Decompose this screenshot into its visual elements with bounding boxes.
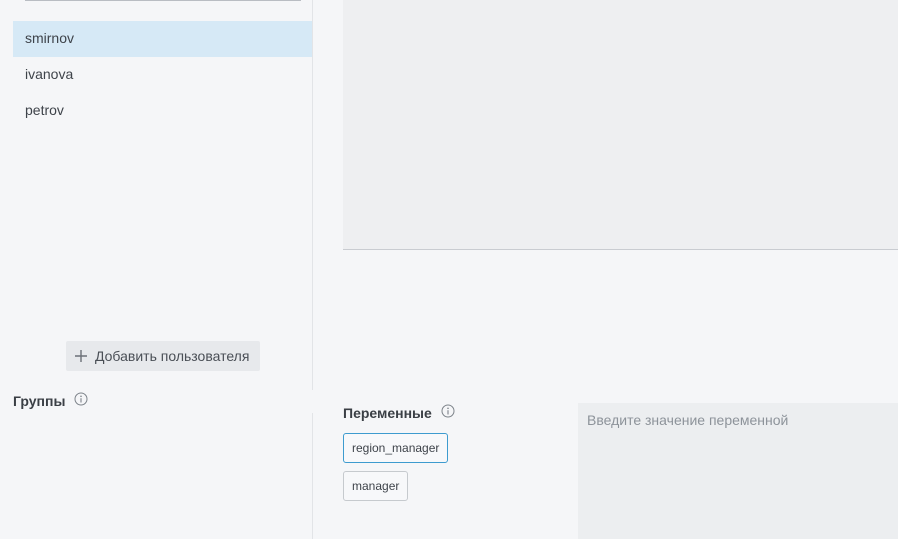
user-list-item-label: ivanova — [25, 66, 74, 82]
variable-value-input[interactable] — [578, 403, 898, 539]
add-user-button[interactable]: Добавить пользователя — [66, 341, 260, 371]
plus-icon — [75, 350, 87, 362]
user-list: smirnov ivanova petrov — [13, 21, 312, 129]
panel-divider — [312, 413, 313, 539]
user-list-item-ivanova[interactable]: ivanova — [13, 57, 312, 93]
user-list-item-label: smirnov — [25, 30, 75, 46]
preview-area — [343, 0, 898, 250]
user-list-item-petrov[interactable]: petrov — [13, 93, 312, 129]
panel-divider — [312, 0, 313, 390]
variable-chip-region-manager[interactable]: region_manager — [343, 433, 449, 463]
groups-title: Группы — [13, 393, 66, 409]
search-input-edge[interactable] — [25, 0, 301, 1]
variable-chip-label: region_manager — [352, 441, 440, 455]
variables-title: Переменные — [343, 405, 432, 421]
variable-chip-manager[interactable]: manager — [343, 471, 409, 501]
info-icon[interactable] — [74, 392, 88, 406]
add-user-button-label: Добавить пользователя — [95, 348, 250, 364]
user-list-item-label: petrov — [25, 102, 64, 118]
app-root: smirnov ivanova petrov Добавить пользова… — [0, 0, 898, 539]
user-list-item-smirnov[interactable]: smirnov — [13, 21, 312, 57]
variable-chip-label: manager — [352, 479, 400, 493]
info-icon[interactable] — [441, 404, 455, 418]
